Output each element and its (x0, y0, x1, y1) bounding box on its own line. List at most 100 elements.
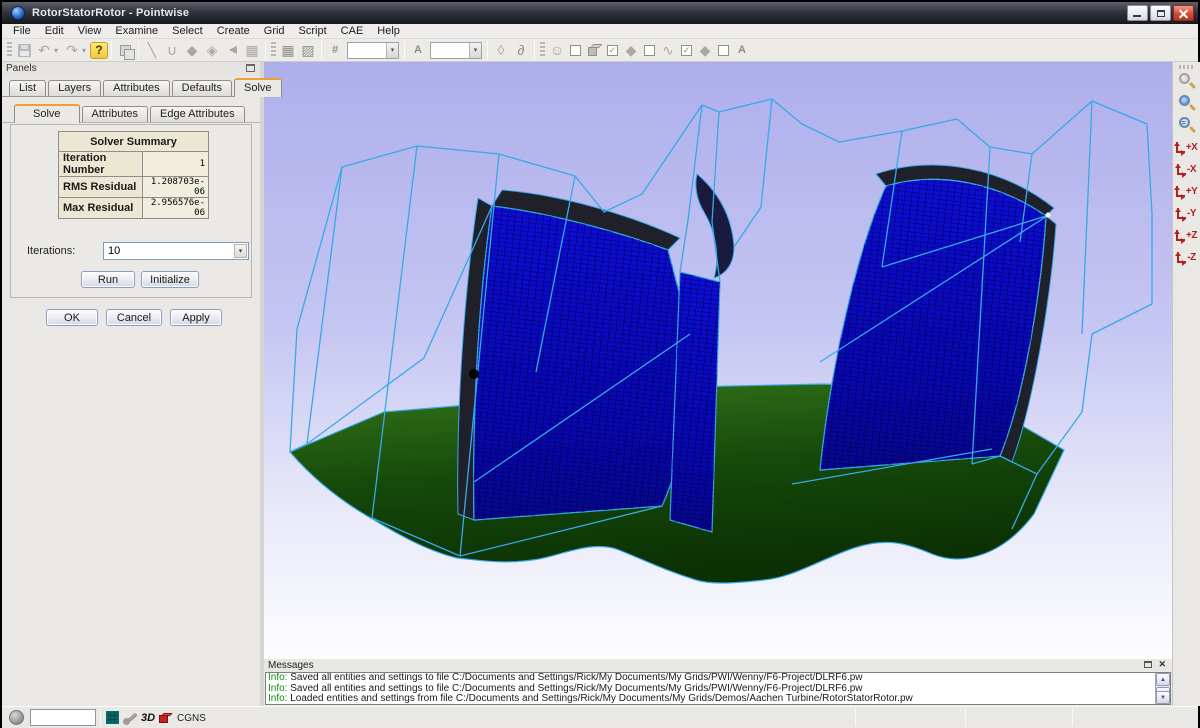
zoom-equal-button[interactable]: = (1176, 115, 1198, 136)
create-curve-button[interactable]: ∪ (162, 40, 182, 60)
dimension-combobox[interactable]: ▾ (347, 42, 399, 59)
unstructured-grid-button[interactable]: ▨ (298, 40, 318, 60)
scroll-down-icon[interactable]: ▼ (1156, 691, 1170, 704)
dimension-tool-button[interactable]: # (325, 40, 345, 60)
row-label: Iteration Number (59, 152, 143, 177)
close-panel-icon[interactable]: ✕ (1158, 659, 1166, 670)
iterations-label: Iterations: (27, 245, 75, 257)
app-window: RotorStatorRotor - Pointwise File Edit V… (0, 0, 1200, 728)
domains-visibility-checkbox[interactable] (644, 45, 655, 56)
blocks-visibility-checkbox[interactable]: ✓ (607, 45, 618, 56)
spacings-visibility-checkbox[interactable] (718, 45, 729, 56)
redo-menu-button[interactable]: ▾ (82, 46, 90, 55)
toolbar-grip[interactable] (7, 42, 12, 58)
tab-solve[interactable]: Solve (234, 78, 282, 97)
row-value: 1.208703e-06 (143, 177, 209, 198)
subtab-solve[interactable]: Solve (14, 104, 80, 123)
float-panel-icon[interactable] (1144, 661, 1152, 668)
subtab-attributes[interactable]: Attributes (82, 106, 148, 122)
zoom-fit-button[interactable] (1176, 93, 1198, 114)
messages-scrollbar[interactable]: ▲ ▼ (1155, 673, 1170, 704)
redo-button[interactable]: ↷ (62, 40, 82, 60)
view-minus-z-button[interactable]: -Z (1174, 247, 1200, 268)
create-connector-button[interactable]: ╲ (142, 40, 162, 60)
connector-wave-icon: ∿ (662, 42, 674, 59)
axis-icon (1177, 164, 1186, 175)
create-extrude-button[interactable]: ▲ (222, 40, 242, 60)
undo-button[interactable]: ↶ (34, 40, 54, 60)
initialize-button[interactable]: Initialize (141, 271, 199, 288)
copy-layer-button[interactable] (115, 40, 135, 60)
ok-button[interactable]: OK (46, 309, 98, 326)
menu-select[interactable]: Select (165, 24, 210, 39)
rotation-point-marker[interactable] (469, 369, 479, 379)
view-plus-y-button[interactable]: +Y (1174, 181, 1200, 202)
messages-log[interactable]: Info: Saved all entities and settings to… (265, 672, 1171, 705)
create-block-button[interactable]: ▦ (242, 40, 262, 60)
scroll-up-icon[interactable]: ▲ (1156, 673, 1170, 686)
toolbar-grip[interactable] (540, 42, 545, 58)
show-labels-button[interactable]: A (732, 40, 752, 60)
save-button[interactable] (14, 40, 34, 60)
show-database-button[interactable]: ☺ (547, 40, 567, 60)
app-logo-icon (11, 6, 25, 20)
help-button[interactable]: ? (90, 42, 108, 59)
boundary-condition-button[interactable]: ∂ (511, 40, 531, 60)
smooth-button[interactable]: ◊ (491, 40, 511, 60)
menu-examine[interactable]: Examine (108, 24, 165, 39)
create-domain-button[interactable]: ◆ (182, 40, 202, 60)
restore-icon (1157, 10, 1165, 17)
subtab-edge-attributes[interactable]: Edge Attributes (150, 106, 245, 122)
view-plus-x-button[interactable]: +X (1174, 137, 1200, 158)
undo-menu-button[interactable]: ▾ (54, 46, 62, 55)
main-toolbar: ↶ ▾ ↷ ▾ ? ╲ ∪ ◆ ◈ ▲ ▦ ▦ ▨ # ▾ A ▾ ◊ ∂ (2, 39, 1198, 62)
tab-attributes[interactable]: Attributes (103, 80, 169, 96)
connectors-visibility-checkbox[interactable]: ✓ (681, 45, 692, 56)
menu-view[interactable]: View (71, 24, 109, 39)
spacing-combobox[interactable]: ▾ (430, 42, 482, 59)
close-button[interactable] (1173, 5, 1194, 21)
menu-file[interactable]: File (6, 24, 38, 39)
menu-cae[interactable]: CAE (334, 24, 371, 39)
menu-create[interactable]: Create (210, 24, 257, 39)
view-minus-x-button[interactable]: -X (1174, 159, 1200, 180)
tab-list[interactable]: List (9, 80, 46, 96)
minimize-button[interactable] (1127, 5, 1148, 21)
zoom-box-button[interactable] (1176, 71, 1198, 92)
chevron-down-icon[interactable]: ▾ (386, 43, 398, 58)
chevron-down-icon[interactable]: ▾ (234, 244, 247, 258)
show-spacings-button[interactable]: ◆ (695, 40, 715, 60)
minimize-icon (1133, 15, 1141, 17)
tab-defaults[interactable]: Defaults (172, 80, 232, 96)
toolbar-grip[interactable] (1179, 65, 1195, 69)
menu-help[interactable]: Help (370, 24, 407, 39)
menu-script[interactable]: Script (292, 24, 334, 39)
float-panel-icon[interactable] (246, 64, 255, 72)
spacing-tool-button[interactable]: A (408, 40, 428, 60)
viewport-3d[interactable] (264, 62, 1172, 659)
tab-layers[interactable]: Layers (48, 80, 101, 96)
show-domains-button[interactable]: ◆ (621, 40, 641, 60)
table-row: Max Residual 2.956576e-06 (59, 198, 209, 219)
cancel-button[interactable]: Cancel (106, 309, 162, 326)
structured-grid-button[interactable]: ▦ (278, 40, 298, 60)
toolbar-grip[interactable] (271, 42, 276, 58)
view-minus-y-button[interactable]: -Y (1174, 203, 1200, 224)
show-connectors-button[interactable]: ∿ (658, 40, 678, 60)
view-plus-z-button[interactable]: +Z (1174, 225, 1200, 246)
database-visibility-checkbox[interactable] (570, 45, 581, 56)
chevron-down-icon[interactable]: ▾ (469, 43, 481, 58)
apply-button[interactable]: Apply (170, 309, 222, 326)
restore-button[interactable] (1150, 5, 1171, 21)
create-meshed-domain-button[interactable]: ◈ (202, 40, 222, 60)
connector-icon: ╲ (148, 42, 156, 59)
iterations-combobox[interactable]: 10 ▾ (103, 242, 249, 260)
title-bar[interactable]: RotorStatorRotor - Pointwise (2, 2, 1198, 24)
run-button[interactable]: Run (81, 271, 135, 288)
cae-solver-label: CGNS (177, 713, 206, 724)
menu-edit[interactable]: Edit (38, 24, 71, 39)
show-blocks-button[interactable] (584, 40, 604, 60)
status-bar: 3D CGNS (2, 706, 1198, 728)
status-light-icon (9, 710, 24, 725)
menu-grid[interactable]: Grid (257, 24, 292, 39)
